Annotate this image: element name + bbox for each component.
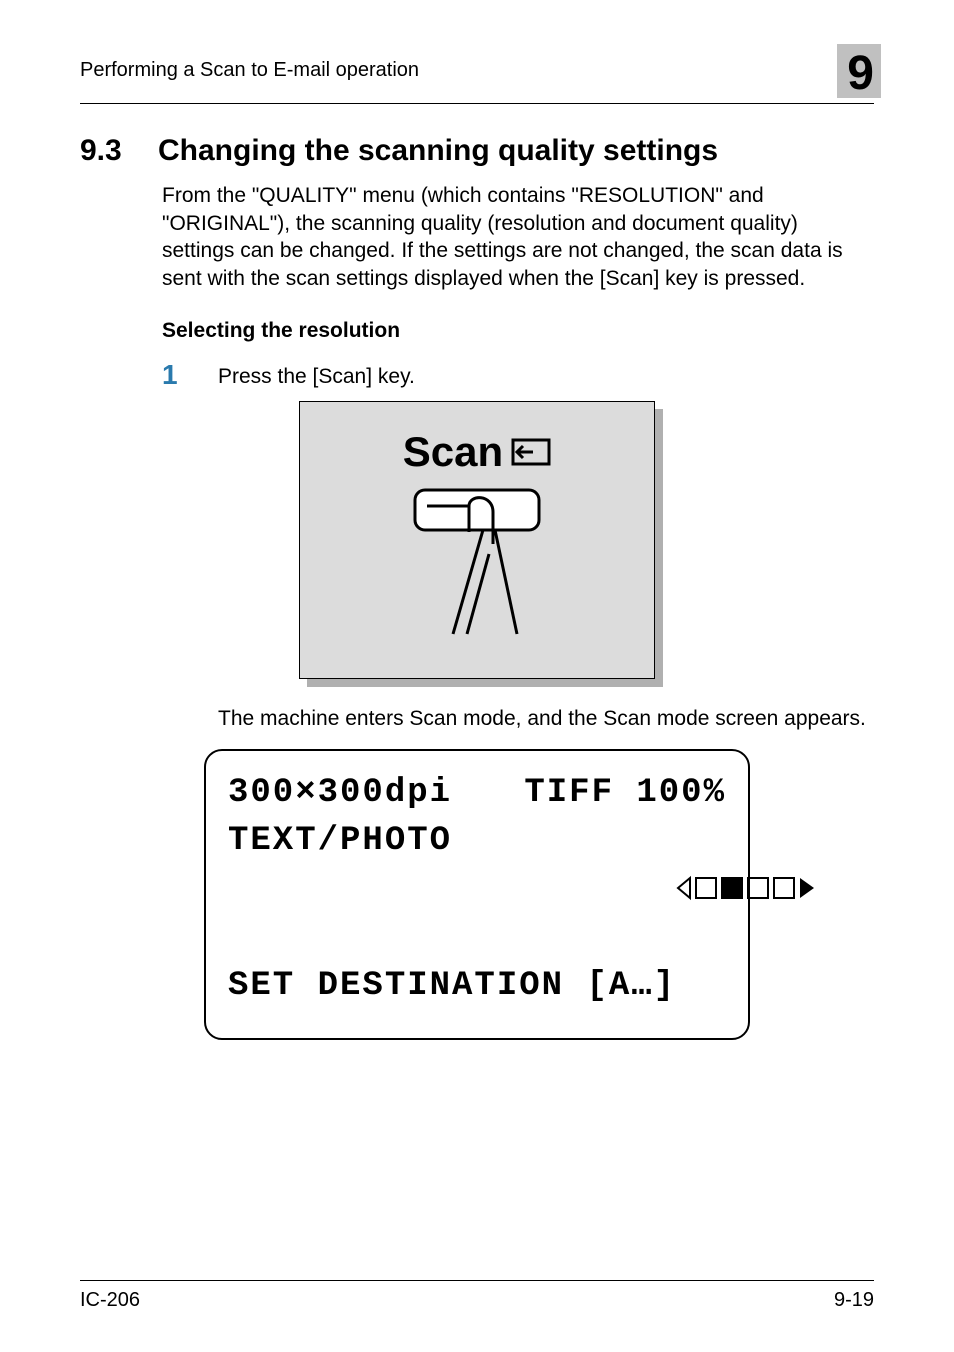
lcd-line-2: TEXT/PHOTO — [228, 817, 726, 962]
footer-page-number: 9-19 — [834, 1289, 874, 1312]
section-heading: 9.3Changing the scanning quality setting… — [80, 134, 874, 168]
lcd-resolution-value: 300×300dpi — [228, 769, 452, 817]
subsection-heading: Selecting the resolution — [162, 319, 874, 343]
lcd-density-indicator — [452, 817, 816, 962]
lcd-line-3: SET DESTINATION [A…] — [228, 962, 726, 1010]
illustration-container: Scan — [80, 401, 874, 679]
footer-model: IC-206 — [80, 1289, 140, 1312]
illustration-box: Scan — [299, 401, 655, 679]
lcd-original-type: TEXT/PHOTO — [228, 817, 452, 962]
section-title-text: Changing the scanning quality settings — [158, 134, 718, 167]
step-text: Press the [Scan] key. — [218, 361, 415, 389]
chapter-marker: 9 — [837, 40, 874, 101]
page-footer: IC-206 9-19 — [80, 1280, 874, 1312]
page: Performing a Scan to E-mail operation 9 … — [0, 0, 954, 1352]
lcd-screen: 300×300dpi TIFF 100% TEXT/PHOTO — [204, 749, 750, 1040]
finger-press-icon — [397, 484, 557, 654]
lcd-container: 300×300dpi TIFF 100% TEXT/PHOTO — [80, 749, 874, 1040]
lcd-destination-prompt: SET DESTINATION [A…] — [228, 962, 676, 1010]
chapter-number: 9 — [847, 46, 874, 101]
section-number: 9.3 — [80, 134, 158, 168]
lcd-line-1: 300×300dpi TIFF 100% — [228, 769, 726, 817]
scan-key-label: Scan — [403, 428, 551, 476]
scan-key-illustration: Scan — [299, 401, 655, 679]
scan-tray-icon — [511, 436, 551, 468]
lcd-format-zoom: TIFF 100% — [524, 769, 726, 817]
scan-label-text: Scan — [403, 428, 503, 476]
page-header: Performing a Scan to E-mail operation 9 — [80, 40, 874, 104]
step-result-text: The machine enters Scan mode, and the Sc… — [218, 707, 874, 731]
density-bar-icon — [676, 874, 816, 902]
step-row: 1 Press the [Scan] key. — [162, 361, 874, 389]
breadcrumb: Performing a Scan to E-mail operation — [80, 59, 419, 82]
step-number: 1 — [162, 361, 218, 389]
section-intro: From the "QUALITY" menu (which contains … — [162, 182, 874, 293]
